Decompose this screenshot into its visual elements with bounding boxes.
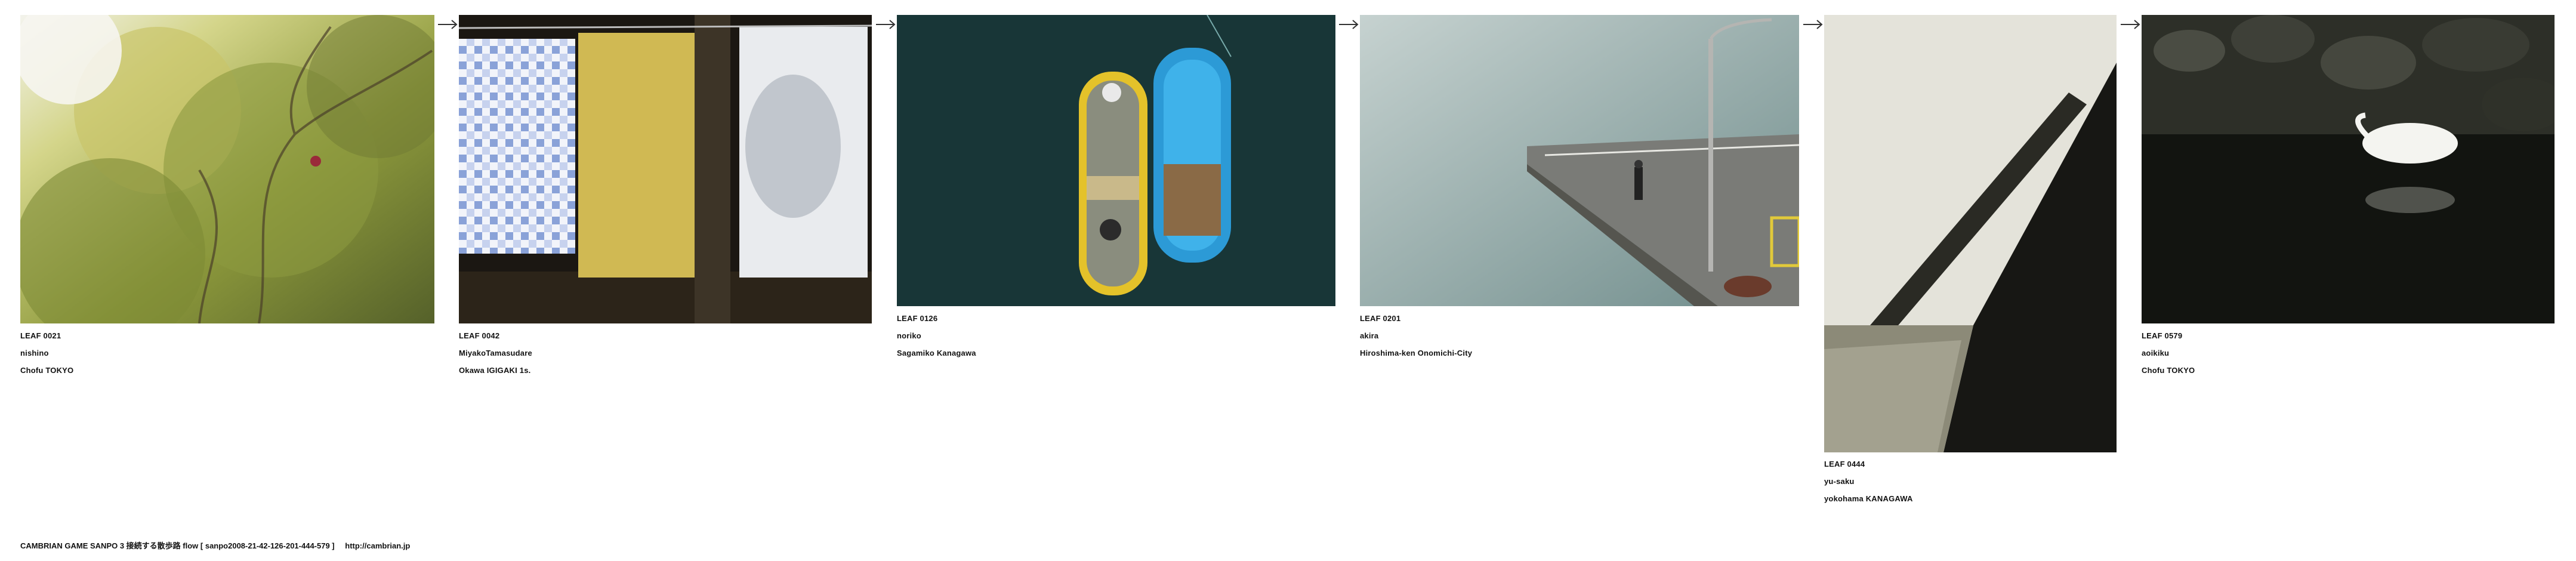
right-arrow-icon	[438, 20, 458, 29]
leaf-caption: LEAF 0126 noriko Sagamiko Kanagawa	[897, 310, 976, 362]
footer-text: CAMBRIAN GAME SANPO 3 接続する散歩路 flow [ san…	[20, 541, 335, 550]
leaf-author: nishino	[20, 349, 49, 357]
photo-boats[interactable]	[897, 15, 1335, 306]
photo-tree[interactable]	[20, 15, 434, 323]
leaf-id: LEAF 0126	[897, 314, 938, 323]
leaf-id: LEAF 0201	[1360, 314, 1401, 323]
leaf-caption: LEAF 0201 akira Hiroshima-ken Onomichi-C…	[1360, 310, 1472, 362]
photo-egret[interactable]	[2142, 15, 2555, 323]
leaf-place: Hiroshima-ken Onomichi-City	[1360, 349, 1473, 357]
leaf-place: Sagamiko Kanagawa	[897, 349, 976, 357]
leaf-caption: LEAF 0021 nishino Chofu TOKYO	[20, 327, 73, 379]
leaf-id: LEAF 0579	[2142, 331, 2183, 340]
leaf-place: yokohama KANAGAWA	[1824, 494, 1913, 503]
leaf-id: LEAF 0444	[1824, 460, 1865, 468]
leaf-id: LEAF 0042	[459, 331, 500, 340]
photo-laundry[interactable]	[459, 15, 872, 323]
right-arrow-icon	[1803, 20, 1823, 29]
photo-pier[interactable]	[1360, 15, 1799, 306]
leaf-caption: LEAF 0444 yu-saku yokohama KANAGAWA	[1824, 455, 1913, 507]
leaf-author: MiyakoTamasudare	[459, 349, 532, 357]
leaf-author: akira	[1360, 331, 1379, 340]
footer: CAMBRIAN GAME SANPO 3 接続する散歩路 flow [ san…	[20, 540, 410, 551]
leaf-caption: LEAF 0579 aoikiku Chofu TOKYO	[2142, 327, 2195, 379]
leaf-author: yu-saku	[1824, 477, 1855, 486]
right-arrow-icon	[876, 20, 896, 29]
leaf-author: noriko	[897, 331, 921, 340]
right-arrow-icon	[1339, 20, 1359, 29]
footer-link[interactable]: http://cambrian.jp	[345, 541, 410, 550]
leaf-place: Chofu TOKYO	[20, 366, 74, 375]
leaf-author: aoikiku	[2142, 349, 2170, 357]
leaf-id: LEAF 0021	[20, 331, 61, 340]
right-arrow-icon	[2121, 20, 2140, 29]
leaf-place: Okawa IGIGAKI 1s.	[459, 366, 531, 375]
photo-shadow[interactable]	[1824, 15, 2117, 452]
leaf-caption: LEAF 0042 MiyakoTamasudare Okawa IGIGAKI…	[459, 327, 532, 379]
leaf-place: Chofu TOKYO	[2142, 366, 2195, 375]
